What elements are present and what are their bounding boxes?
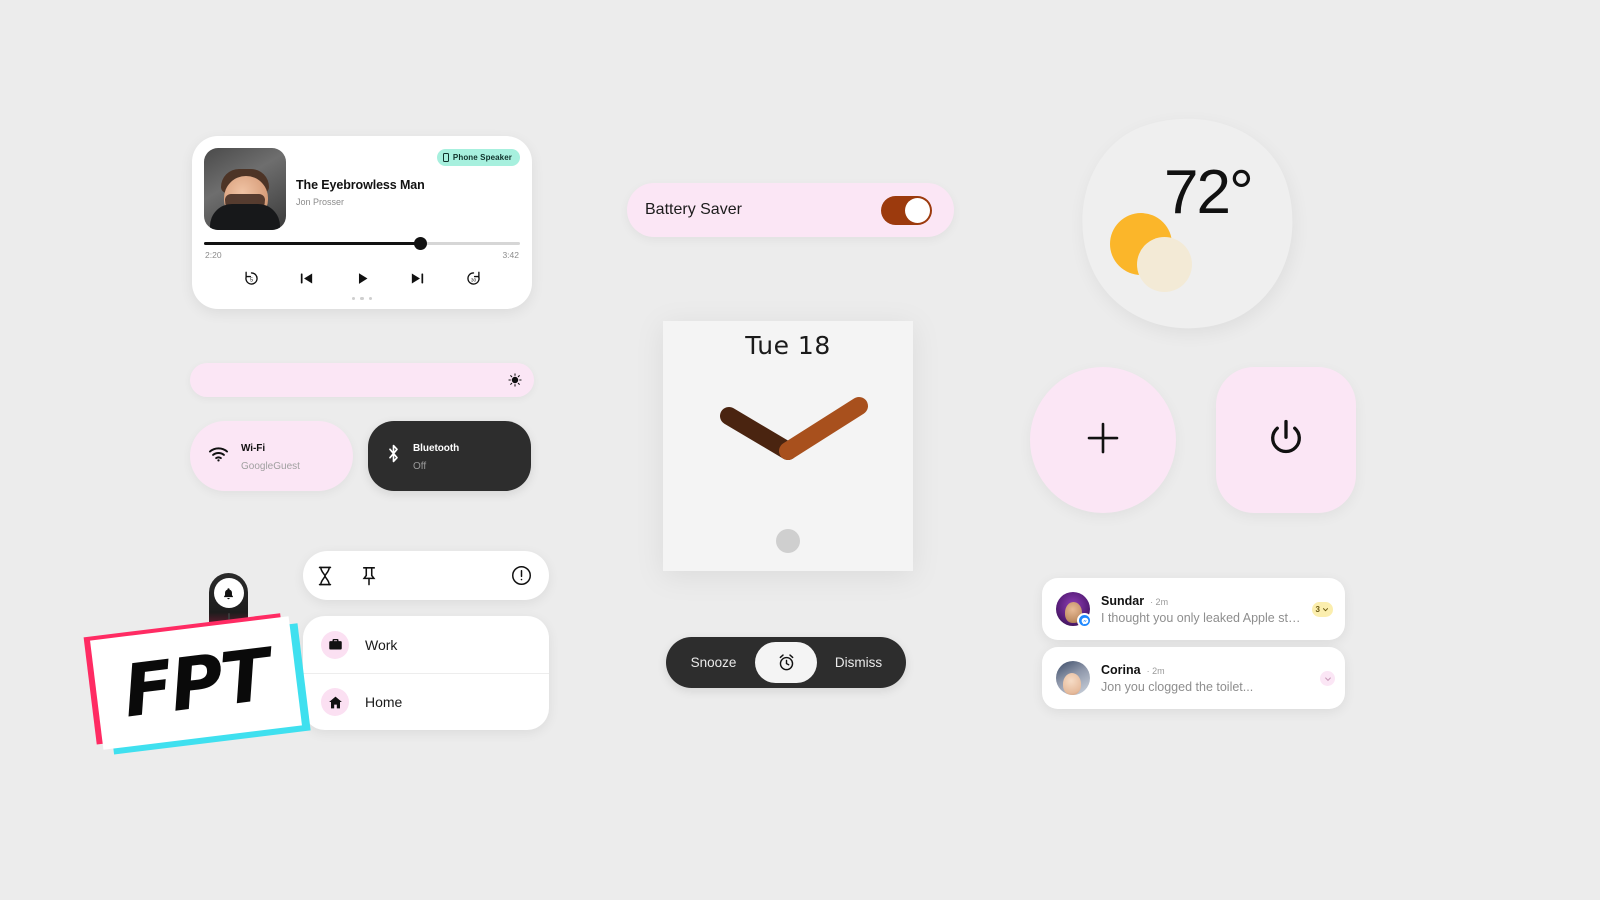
album-art-thumbnail [204,148,286,230]
notification-action-bar [303,551,549,600]
power-icon [1265,417,1307,464]
notification-count-badge[interactable]: 3 [1311,601,1333,617]
brightness-icon [508,373,522,387]
fpt-logo: FPT [90,616,302,750]
media-time-total: 3:42 [502,250,519,260]
table-row[interactable]: Corina · 2m Jon you clogged the toilet..… [1042,647,1345,709]
avatar [1056,661,1090,695]
wifi-tile[interactable]: Wi-Fi GoogleGuest [190,421,353,491]
progress-fill [204,242,421,245]
list-item[interactable]: Work [303,616,549,673]
weather-widget[interactable]: 72° [1054,89,1322,357]
replay-5-icon[interactable]: 5 [238,265,264,291]
media-time-current: 2:20 [205,250,222,260]
snooze-hourglass-icon[interactable] [303,566,347,586]
notification-body: Corina · 2m Jon you clogged the toilet..… [1101,663,1333,694]
toggle-thumb [905,197,930,223]
shortcut-list: Work Home [303,616,549,730]
dismiss-button[interactable]: Dismiss [817,655,900,670]
chevron-down-icon[interactable] [1320,671,1335,686]
page-dot [360,296,364,300]
home-icon [321,688,349,716]
clock-hour-hand [720,407,797,460]
bluetooth-state: Off [413,461,427,472]
notification-sender: Corina [1101,662,1141,677]
alarm-clock-icon[interactable] [755,642,817,683]
bluetooth-tile[interactable]: Bluetooth Off [368,421,531,491]
album-art-body [210,204,280,230]
output-device-chip[interactable]: Phone Speaker [436,149,520,166]
notification-sender: Sundar [1101,593,1145,608]
notification-stack: Sundar · 2m I thought you only leaked Ap… [1042,578,1345,709]
chevron-down-icon [1322,607,1329,611]
notification-count-value: 3 [1315,604,1320,614]
notification-body: Sundar · 2m I thought you only leaked Ap… [1101,594,1301,625]
bluetooth-label: Bluetooth [413,443,460,454]
page-dot [368,296,373,300]
briefcase-icon [321,630,349,659]
media-page-dots [192,296,532,300]
svg-text:5: 5 [249,277,252,283]
clock-widget[interactable]: Tue 18 [663,321,913,571]
add-button[interactable] [1030,367,1176,513]
avatar-image [1056,661,1090,695]
notification-header: Corina · 2m [1101,663,1333,677]
forward-30-icon[interactable]: 30 [460,265,486,291]
phone-icon [442,153,449,162]
battery-saver-toggle[interactable] [881,195,932,225]
table-row[interactable]: Sundar · 2m I thought you only leaked Ap… [1042,578,1345,640]
wifi-label: Wi-Fi [241,443,266,454]
page-dot [351,296,356,300]
notification-message: I thought you only leaked Apple stuff... [1101,610,1301,625]
media-progress-slider[interactable] [204,237,520,250]
weather-temperature: 72° [1164,158,1254,227]
shortcut-label: Home [365,694,403,710]
avatar [1056,592,1092,628]
alarm-controls: Snooze Dismiss [666,637,906,688]
canvas: Phone Speaker The Eyebrowless Man Jon Pr… [0,0,1600,900]
progress-knob[interactable] [413,237,427,250]
bell-icon [213,578,244,608]
power-button[interactable] [1216,367,1356,513]
media-controls: 5 30 [204,265,520,291]
svg-text:30: 30 [470,277,476,283]
skip-next-icon[interactable] [405,265,431,291]
info-icon[interactable] [499,565,543,586]
brightness-slider[interactable] [190,363,534,397]
output-device-label: Phone Speaker [452,153,512,162]
bluetooth-icon [386,443,401,469]
list-item[interactable]: Home [303,673,549,730]
wifi-network-name: GoogleGuest [241,461,300,472]
media-player-card[interactable]: Phone Speaker The Eyebrowless Man Jon Pr… [192,136,532,309]
notification-time: · 2m [1146,665,1165,676]
clock-crown-dot[interactable] [776,529,800,553]
notification-message: Jon you clogged the toilet... [1101,679,1254,694]
media-title: The Eyebrowless Man [296,178,425,192]
skip-previous-icon[interactable] [294,265,320,291]
snooze-button[interactable]: Snooze [672,655,755,670]
clock-minute-hand [779,397,868,460]
battery-saver-row[interactable]: Battery Saver [627,183,954,237]
battery-saver-label: Battery Saver [645,201,742,218]
notification-time: · 2m [1150,596,1169,607]
plus-icon [1082,417,1124,464]
play-icon[interactable] [349,265,375,291]
notification-header: Sundar · 2m [1101,594,1301,608]
shortcut-label: Work [365,636,398,653]
fpt-logo-text: FPT [118,632,274,734]
wifi-icon [208,446,229,467]
messenger-icon [1077,613,1092,628]
pin-icon[interactable] [347,566,391,586]
media-artist: Jon Prosser [296,197,345,207]
cloud-icon [1137,237,1192,292]
